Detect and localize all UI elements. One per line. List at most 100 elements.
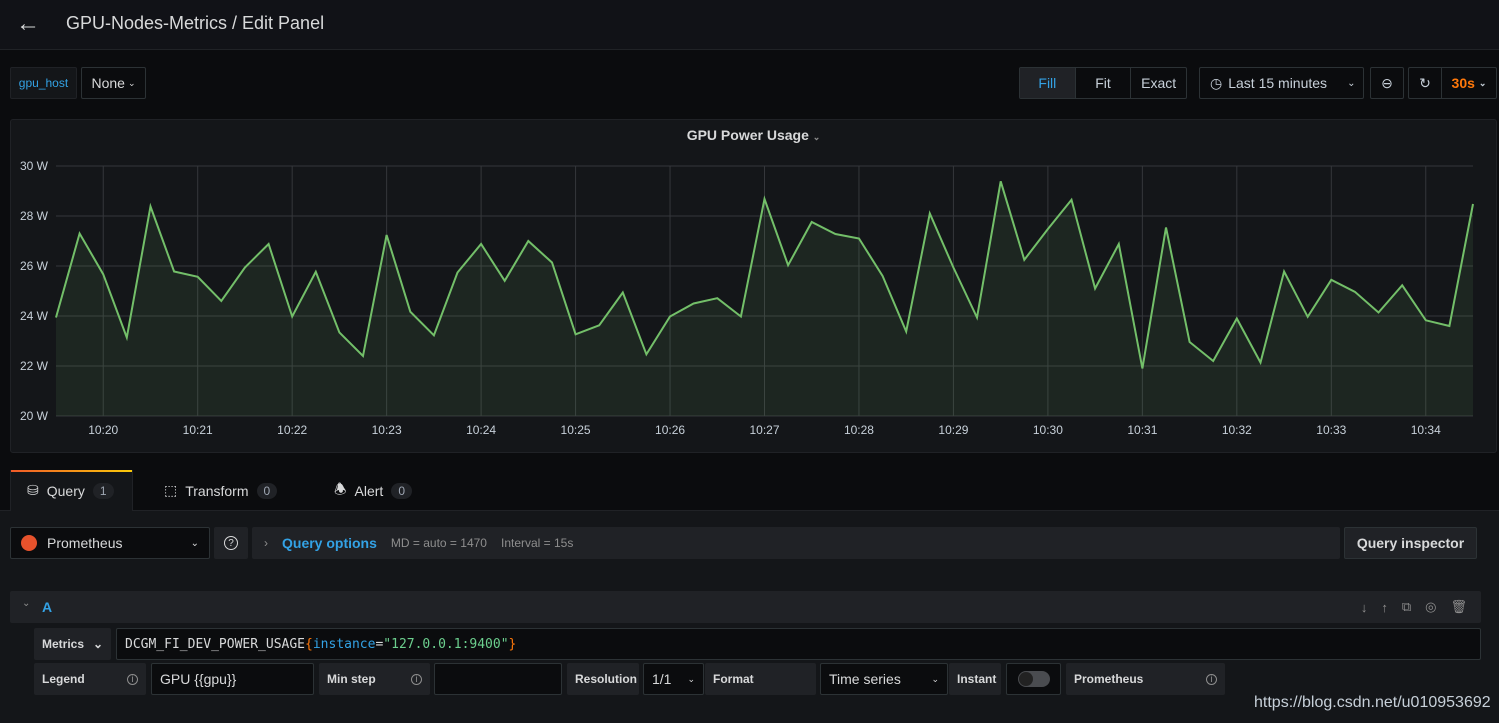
y-tick-label: 24 W: [20, 309, 49, 323]
min-step-input[interactable]: [434, 663, 562, 695]
chevron-down-icon: ⌄: [127, 77, 136, 88]
tab-alert[interactable]: 🕭 Alert 0: [318, 470, 428, 511]
info-icon: i: [127, 673, 138, 685]
y-tick-label: 20 W: [20, 409, 49, 423]
time-range-picker[interactable]: ◷ Last 15 minutes ⌄: [1199, 67, 1364, 99]
query-row-header: ⌄ A ↓ ↑ ⧉ ◎ 🗑: [10, 591, 1481, 623]
prometheus-label: Prometheus i: [1066, 663, 1225, 695]
help-button[interactable]: ?: [214, 527, 248, 559]
eye-icon[interactable]: ◎: [1425, 599, 1436, 615]
expr-brace: }: [508, 636, 517, 652]
watermark: https://blog.csdn.net/u010953692: [1254, 694, 1491, 711]
format-select[interactable]: Time series ⌄: [820, 663, 948, 695]
x-tick-label: 10:33: [1316, 423, 1346, 437]
tab-label: Query: [46, 482, 85, 499]
expr-brace: {: [305, 636, 313, 652]
format-value: Time series: [829, 671, 901, 687]
chevron-right-icon: ›: [264, 536, 268, 550]
min-step-label-text: Min step: [327, 672, 376, 686]
y-tick-label: 28 W: [20, 209, 49, 223]
refresh-icon: ↻: [1419, 74, 1431, 91]
toggle-switch: [1017, 671, 1050, 687]
min-step-label: Min step i: [319, 663, 430, 695]
chevron-down-icon: ⌄: [1478, 77, 1487, 88]
chevron-down-icon: ⌄: [1347, 77, 1356, 89]
variable-label: gpu_host: [10, 67, 77, 99]
y-tick-label: 30 W: [20, 159, 49, 173]
zoom-out-button[interactable]: ⊖: [1370, 67, 1404, 99]
y-tick-label: 26 W: [20, 259, 49, 273]
legend-label-text: Legend: [42, 672, 85, 686]
chevron-down-icon: ⌄: [931, 673, 939, 684]
back-arrow-icon[interactable]: ←: [16, 10, 40, 38]
legend-label: Legend i: [34, 663, 146, 695]
chevron-down-icon: ⌄: [92, 637, 103, 651]
refresh-picker: ↻ 30s ⌄: [1408, 67, 1497, 99]
refresh-interval-value: 30s: [1451, 75, 1475, 91]
resolution-label: Resolution: [567, 663, 639, 695]
expr-label-value: "127.0.0.1:9400": [383, 636, 509, 652]
mode-exact-button[interactable]: Exact: [1131, 68, 1186, 98]
question-icon: ?: [224, 536, 238, 550]
series-area-fill: [56, 181, 1473, 416]
chevron-down-icon: ⌄: [687, 673, 695, 684]
tab-count-badge: 0: [391, 482, 413, 499]
prometheus-label-text: Prometheus: [1074, 672, 1144, 686]
x-tick-label: 10:30: [1033, 423, 1063, 437]
x-tick-label: 10:31: [1127, 423, 1157, 437]
duplicate-icon[interactable]: ⧉: [1402, 599, 1411, 615]
x-tick-label: 10:24: [466, 423, 496, 437]
instant-toggle[interactable]: [1006, 663, 1061, 695]
datasource-picker[interactable]: Prometheus ⌄: [10, 527, 210, 559]
mode-fit-button[interactable]: Fit: [1076, 68, 1132, 98]
tab-query[interactable]: ⛁ Query 1: [10, 470, 133, 511]
metrics-dropdown[interactable]: Metrics ⌄: [34, 628, 111, 660]
refresh-interval-dropdown[interactable]: 30s ⌄: [1442, 68, 1496, 98]
query-expression-input[interactable]: DCGM_FI_DEV_POWER_USAGE{instance = "127.0.…: [116, 628, 1481, 660]
tab-transform[interactable]: ⬚ Transform 0: [148, 470, 293, 511]
max-data-points-info: MD = auto = 1470: [390, 536, 487, 550]
graph-panel: GPU Power Usage ⌄ 20 W 22 W 24 W 26 W 28 W 30…: [10, 119, 1497, 453]
expr-metric: DCGM_FI_DEV_POWER_USAGE: [125, 636, 306, 652]
expr-equals: =: [375, 636, 384, 652]
editor-tabs: ⛁ Query 1 ⬚ Transform 0 🕭 Alert 0: [0, 470, 1499, 511]
trash-icon[interactable]: 🗑: [1450, 599, 1467, 615]
x-tick-label: 10:34: [1411, 423, 1441, 437]
time-range-value: Last 15 minutes: [1228, 75, 1328, 91]
info-icon: i: [1206, 673, 1217, 685]
info-icon: i: [411, 673, 422, 685]
tab-count-badge: 1: [92, 482, 114, 499]
x-tick-label: 10:26: [655, 423, 685, 437]
power-usage-chart[interactable]: 20 W 22 W 24 W 26 W 28 W 30 W 10:20 10:21 10:22 1…: [11, 120, 1498, 454]
query-options-label[interactable]: Query options: [282, 535, 377, 551]
variable-dropdown[interactable]: None ⌄: [81, 67, 146, 99]
datasource-name: Prometheus: [47, 535, 123, 551]
x-tick-label: 10:20: [88, 423, 118, 437]
x-tick-label: 10:25: [561, 423, 591, 437]
query-ref-id[interactable]: A: [42, 599, 52, 615]
x-tick-label: 10:22: [277, 423, 307, 437]
query-inspector-button[interactable]: Query inspector: [1344, 527, 1477, 559]
x-tick-label: 10:29: [938, 423, 968, 437]
move-down-icon[interactable]: ↓: [1361, 600, 1368, 615]
x-tick-label: 10:28: [844, 423, 874, 437]
top-header: ← GPU-Nodes-Metrics / Edit Panel: [0, 0, 1499, 50]
collapse-chevron-icon[interactable]: ⌄: [22, 598, 30, 609]
y-tick-label: 22 W: [20, 359, 49, 373]
legend-input[interactable]: GPU {{gpu}}: [151, 663, 314, 695]
bell-icon: 🕭: [334, 480, 347, 497]
refresh-button[interactable]: ↻: [1409, 68, 1442, 98]
x-tick-label: 10:32: [1222, 423, 1252, 437]
instant-label: Instant: [949, 663, 1001, 695]
mode-fill-button[interactable]: Fill: [1020, 68, 1076, 98]
display-mode-group: Fill Fit Exact: [1019, 67, 1187, 99]
resolution-value: 1/1: [652, 671, 672, 687]
resolution-select[interactable]: 1/1 ⌄: [643, 663, 704, 695]
tab-count-badge: 0: [256, 482, 278, 499]
page-title: GPU-Nodes-Metrics / Edit Panel: [66, 13, 325, 33]
move-up-icon[interactable]: ↑: [1381, 600, 1388, 615]
chevron-down-icon: ⌄: [190, 537, 199, 549]
x-tick-label: 10:27: [749, 423, 779, 437]
query-options-bar[interactable]: › Query options MD = auto = 1470 Interva…: [252, 527, 1340, 559]
metrics-label: Metrics: [42, 637, 85, 651]
